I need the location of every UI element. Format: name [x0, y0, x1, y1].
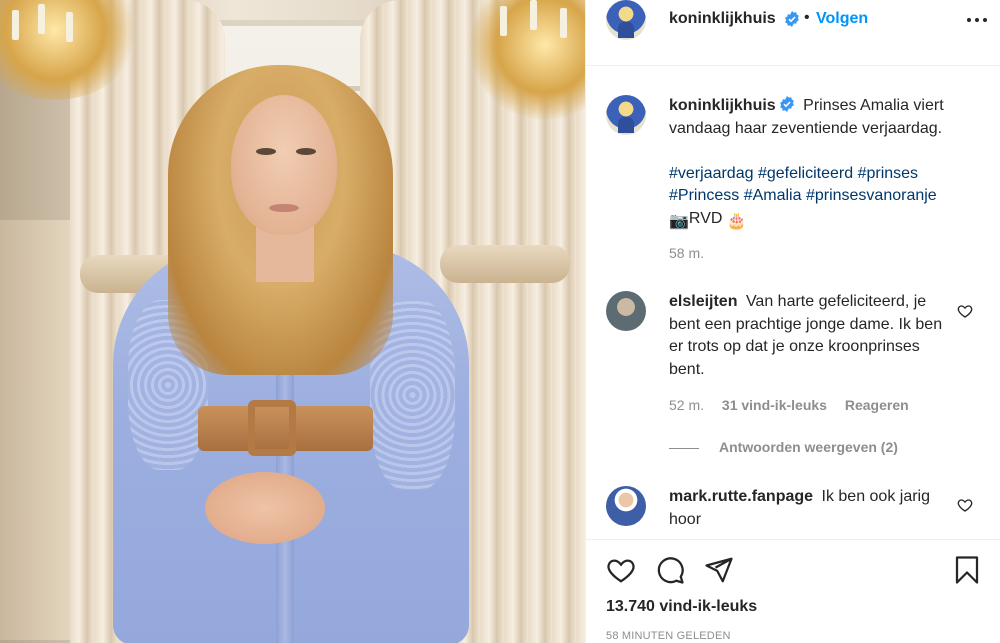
comment-time[interactable]: 52 m.	[669, 397, 704, 413]
curtain-tie-right	[440, 245, 570, 283]
bookmark-icon[interactable]	[952, 555, 982, 585]
author-avatar[interactable]	[606, 0, 646, 40]
lips	[269, 204, 299, 212]
comment-avatar[interactable]	[606, 291, 646, 331]
likes-count[interactable]: 13.740 vind-ik-leuks	[606, 598, 757, 616]
caption-text: koninklijkhuis Prinses Amalia viert vand…	[669, 95, 969, 233]
photo-credit: RVD	[688, 209, 723, 227]
comment-icon[interactable]	[655, 555, 685, 585]
reply-button[interactable]: Reageren	[845, 397, 909, 413]
face	[231, 95, 337, 235]
post-side-panel: koninklijkhuis • Volgen koninklijkhuis P…	[585, 0, 1000, 643]
comment-username[interactable]: elsleijten	[669, 293, 737, 310]
comment-heart-icon[interactable]	[957, 497, 973, 513]
comment-meta: 52 m. 31 vind-ik-leuks Reageren	[669, 397, 923, 413]
heart-icon[interactable]	[606, 555, 636, 585]
share-icon[interactable]	[704, 555, 734, 585]
post-actions: 13.740 vind-ik-leuks 58 MINUTEN GELEDEN	[586, 539, 1000, 643]
view-replies-button[interactable]: Antwoorden weergeven (2)	[669, 439, 898, 455]
separator-dot: •	[804, 9, 810, 26]
wall-panel	[0, 220, 75, 640]
post-header: koninklijkhuis • Volgen	[586, 0, 1000, 66]
caption-time[interactable]: 58 m.	[669, 245, 704, 261]
comment-likes[interactable]: 31 vind-ik-leuks	[722, 397, 827, 413]
replies-line	[669, 447, 699, 449]
caption-meta: 58 m.	[669, 245, 718, 261]
hands	[205, 472, 325, 544]
cake-emoji: 🎂	[726, 212, 747, 230]
verified-badge-icon	[779, 96, 794, 112]
post-photo[interactable]	[0, 0, 585, 643]
comment-heart-icon[interactable]	[957, 303, 973, 319]
comment-text: mark.rutte.fanpage Ik ben ook jarig hoor	[669, 486, 949, 531]
comment-avatar[interactable]	[606, 486, 646, 526]
follow-button[interactable]: Volgen	[816, 10, 868, 28]
comment-username[interactable]: mark.rutte.fanpage	[669, 488, 813, 505]
caption-username[interactable]: koninklijkhuis	[669, 97, 776, 114]
camera-emoji: 📷	[669, 212, 689, 230]
author-username[interactable]: koninklijkhuis	[669, 10, 776, 28]
caption-avatar[interactable]	[606, 95, 646, 135]
hashtags-line-2[interactable]: #Princess #Amalia #prinsesvanoranje	[669, 187, 937, 204]
more-options-icon[interactable]	[966, 12, 988, 28]
eye-right	[296, 148, 316, 155]
comments-list[interactable]: koninklijkhuis Prinses Amalia viert vand…	[586, 67, 1000, 539]
comment-text: elsleijten Van harte gefeliciteerd, je b…	[669, 291, 949, 381]
verified-badge-icon	[785, 11, 799, 27]
posted-time[interactable]: 58 MINUTEN GELEDEN	[606, 630, 731, 642]
belt-buckle	[248, 400, 296, 456]
view-replies-label: Antwoorden weergeven (2)	[719, 439, 898, 455]
eye-left	[256, 148, 276, 155]
hashtags-line-1[interactable]: #verjaardag #gefeliciteerd #prinses	[669, 165, 918, 182]
